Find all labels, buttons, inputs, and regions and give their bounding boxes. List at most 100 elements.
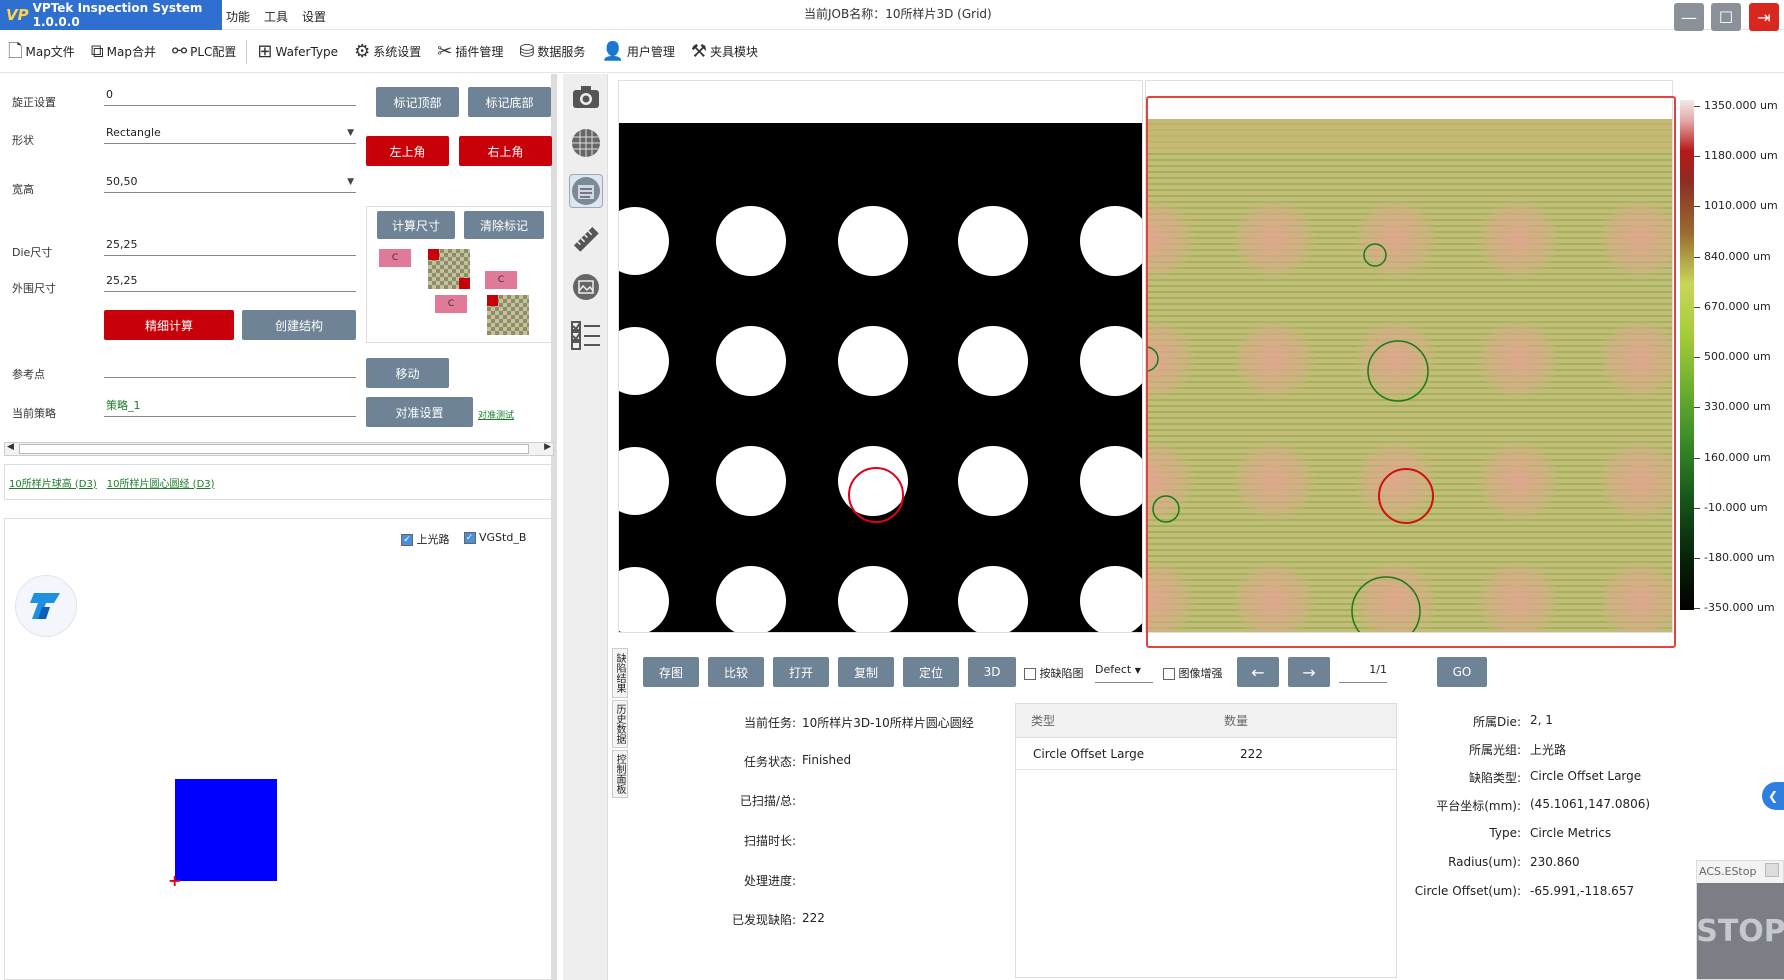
toolbar-wafertype[interactable]: ⊞ WaferType xyxy=(257,42,338,61)
found-defects-label: 已发现缺陷: xyxy=(731,913,796,927)
app-name: VPTek Inspection System 1.0.0.0 xyxy=(32,1,203,29)
copy-button[interactable]: 复制 xyxy=(838,657,894,687)
align-test-link[interactable]: 对准测试 xyxy=(478,408,514,421)
top-right-button[interactable]: 右上角 xyxy=(459,136,552,166)
defect-type-select[interactable]: Defect ▼ xyxy=(1095,663,1153,683)
menu-bar: 功能 工具 设置 xyxy=(226,8,326,25)
stage-coord-value: (45.1061,147.0806) xyxy=(1530,797,1651,811)
go-button[interactable]: GO xyxy=(1437,657,1487,687)
toolbar-map-merge[interactable]: ⧉ Map合并 xyxy=(91,42,156,61)
by-defect-checkbox[interactable]: 按缺陷图 xyxy=(1024,665,1084,681)
reference-point-input[interactable] xyxy=(104,356,356,378)
shape-select[interactable]: Rectangle ▼ xyxy=(104,122,356,144)
estop-toggle[interactable] xyxy=(1765,863,1779,877)
table-row[interactable]: Circle Offset Large 222 xyxy=(1016,738,1396,770)
tab-history-data[interactable]: 历史数据 xyxy=(612,700,628,748)
minimize-button[interactable]: — xyxy=(1674,3,1704,31)
estop-sign[interactable]: STOP xyxy=(1696,883,1784,979)
colorbar-tick: 1350.000 um xyxy=(1694,99,1778,112)
chevron-down-icon: ▼ xyxy=(347,177,354,187)
toolbar-plugin-manage[interactable]: ✂ 插件管理 xyxy=(437,40,503,62)
recipe-link-circle-center[interactable]: 10所样片圆心圆经 (D3) xyxy=(107,475,215,490)
clear-marks-button[interactable]: 清除标记 xyxy=(464,211,544,239)
binary-image-view[interactable] xyxy=(601,80,1150,636)
fine-calc-button[interactable]: 精细计算 xyxy=(104,310,234,340)
circle-offset-value: -65.991,-118.657 xyxy=(1530,884,1635,898)
menu-settings[interactable]: 设置 xyxy=(302,8,326,25)
toolbar-plc-config[interactable]: ⚯ PLC配置 xyxy=(172,42,236,61)
page-indicator[interactable]: 1/1 xyxy=(1339,663,1387,683)
outer-size-input[interactable]: 25,25 xyxy=(104,270,356,292)
scroll-left-icon[interactable]: ◀ xyxy=(7,442,14,452)
stage-coord-label: 平台坐标(mm): xyxy=(1436,799,1521,813)
mark-top-button[interactable]: 标记顶部 xyxy=(376,87,459,117)
toolbar-user-manage[interactable]: 👤 用户管理 xyxy=(601,42,674,61)
die-size-input[interactable]: 25,25 xyxy=(104,234,356,256)
outer-size-label: 外围尺寸 xyxy=(12,282,56,295)
view-3d-button[interactable]: 3D xyxy=(968,657,1016,687)
table-header: 类型 数量 xyxy=(1016,704,1396,738)
height-colorbar xyxy=(1680,100,1694,610)
open-button[interactable]: 打开 xyxy=(773,657,829,687)
toolbar-data-service[interactable]: ⛁ 数据服务 xyxy=(519,42,585,61)
vgstd-checkbox[interactable]: ✓ VGStd_B xyxy=(463,531,526,547)
wafer-grid-icon xyxy=(572,129,600,157)
toolbar-map-file[interactable]: 🗋 Map文件 xyxy=(8,42,75,61)
shape-label: 形状 xyxy=(12,134,34,147)
maximize-button[interactable]: ☐ xyxy=(1711,3,1741,31)
scroll-thumb[interactable] xyxy=(19,444,529,454)
top-light-checkbox[interactable]: ✓ 上光路 xyxy=(401,531,450,547)
gear-icon: ⚙ xyxy=(354,40,371,62)
create-structure-button[interactable]: 创建结构 xyxy=(242,310,356,340)
toolbar-fixture-module[interactable]: ⚒ 夹具模块 xyxy=(691,42,758,61)
chevron-down-icon: ▼ xyxy=(1134,666,1141,675)
preview-options: ✓ 上光路 ✓ VGStd_B xyxy=(401,531,526,547)
tools-icon: ✂ xyxy=(437,40,453,62)
job-title: 当前JOB名称：10所样片3D (Grid) xyxy=(804,7,992,21)
chevron-down-icon: ▼ xyxy=(347,128,354,138)
colorbar-tick: 160.000 um xyxy=(1694,451,1771,464)
align-settings-button[interactable]: 对准设置 xyxy=(366,397,473,427)
wafer-map-button[interactable] xyxy=(569,126,603,160)
next-button[interactable]: → xyxy=(1288,657,1330,687)
toolbar-system-settings[interactable]: ⚙ 系统设置 xyxy=(354,40,421,62)
compare-button[interactable]: 比较 xyxy=(708,657,764,687)
top-left-button[interactable]: 左上角 xyxy=(366,136,449,166)
image-enhance-checkbox[interactable]: 图像增强 xyxy=(1163,665,1223,681)
wafer-defect-button[interactable] xyxy=(569,174,603,208)
measure-button[interactable] xyxy=(569,222,603,256)
prev-button[interactable]: ← xyxy=(1237,657,1279,687)
collapse-panel-button[interactable]: ❮ xyxy=(1762,782,1784,810)
wafer-preview: ✓ 上光路 ✓ VGStd_B + xyxy=(4,518,552,980)
marker-chip: C xyxy=(485,271,517,289)
left-settings-panel: 旋正设置 0 标记顶部 标记底部 形状 Rectangle ▼ 左上角 右上角 宽… xyxy=(0,74,557,980)
exit-button[interactable]: ⇥ xyxy=(1749,3,1779,31)
camera-button[interactable] xyxy=(569,80,603,114)
binary-image xyxy=(601,81,1150,636)
scroll-right-icon[interactable]: ▶ xyxy=(544,442,551,452)
tab-defect-results[interactable]: 缺陷结果 xyxy=(612,648,628,698)
colorbar-tick: -10.000 um xyxy=(1694,501,1768,514)
calc-size-button[interactable]: 计算尺寸 xyxy=(377,211,455,239)
move-button[interactable]: 移动 xyxy=(366,358,449,388)
strategy-label: 当前策略 xyxy=(12,407,56,420)
size-select[interactable]: 50,50 ▼ xyxy=(104,171,356,193)
horizontal-scrollbar[interactable]: ◀ ▶ xyxy=(4,442,554,456)
strategy-input[interactable]: 策略_1 xyxy=(104,395,356,417)
checklist-button[interactable] xyxy=(569,318,603,352)
tab-control-panel[interactable]: 控制面板 xyxy=(612,750,628,798)
menu-function[interactable]: 功能 xyxy=(226,8,250,25)
mark-bottom-button[interactable]: 标记底部 xyxy=(468,87,551,117)
rotation-input[interactable]: 0 xyxy=(104,84,356,106)
image-view-button[interactable] xyxy=(569,270,603,304)
chevron-left-icon: ❮ xyxy=(1767,789,1779,803)
found-defects-value: 222 xyxy=(802,911,825,925)
recipe-link-ball-height[interactable]: 10所样片球高 (D3) xyxy=(9,475,97,490)
defect-type-cell: Circle Offset Large xyxy=(1033,746,1145,761)
menu-tools[interactable]: 工具 xyxy=(264,8,288,25)
defect-type-value: Circle Offset Large xyxy=(1530,769,1642,783)
checkbox-icon xyxy=(1024,668,1036,680)
locate-button[interactable]: 定位 xyxy=(903,657,959,687)
marker-point xyxy=(428,249,439,260)
save-image-button[interactable]: 存图 xyxy=(643,657,699,687)
